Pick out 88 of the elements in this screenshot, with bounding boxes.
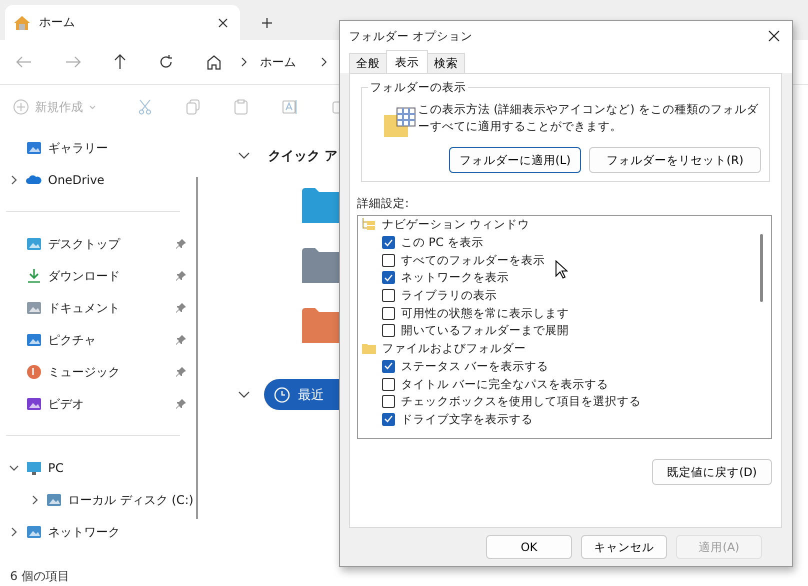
close-icon[interactable]: [218, 18, 228, 28]
clipboard-icon[interactable]: [234, 99, 248, 115]
chevron-right-icon: [321, 57, 327, 67]
option-checkbox[interactable]: 開いているフォルダーまで展開: [362, 322, 771, 340]
folder-icon[interactable]: [302, 307, 342, 343]
checkmark-icon: [384, 238, 393, 247]
refresh-icon[interactable]: [159, 55, 173, 69]
checkmark-icon: [384, 362, 393, 370]
scrollbar-thumb[interactable]: [760, 234, 763, 302]
home-tab[interactable]: ホーム: [5, 5, 240, 40]
folder-icon[interactable]: [302, 247, 342, 283]
checkbox[interactable]: [382, 289, 395, 302]
dialog-title: フォルダー オプション: [349, 28, 473, 44]
sidebar-item[interactable]: PC: [48, 461, 186, 475]
folder-grid-icon: [384, 107, 418, 137]
drive-icon: [46, 492, 62, 508]
caret-icon: [89, 104, 96, 110]
checkmark-icon: [384, 415, 393, 424]
sidebar-item[interactable]: ネットワーク: [48, 524, 186, 540]
option-checkbox[interactable]: ステータス バーを表示する: [362, 358, 771, 376]
tree-folder-icon: [362, 218, 376, 232]
chevron-down-icon[interactable]: [238, 390, 250, 398]
tab[interactable]: 全般: [349, 53, 387, 73]
folder-view-button[interactable]: フォルダーに適用(L): [449, 147, 581, 173]
sidebar-item[interactable]: ビデオ: [48, 396, 170, 412]
up-icon[interactable]: [114, 54, 126, 70]
chevron-right-icon[interactable]: [30, 495, 40, 505]
checkbox[interactable]: [382, 236, 395, 250]
plus-circle-icon: [13, 99, 29, 115]
new-tab-icon[interactable]: [262, 18, 272, 28]
category-label: ファイルおよびフォルダー: [382, 341, 526, 356]
folder-icon[interactable]: [302, 187, 342, 223]
breadcrumb-item[interactable]: ホーム: [260, 54, 296, 70]
chevron-right-icon[interactable]: [9, 175, 19, 185]
sidebar-item[interactable]: デスクトップ: [48, 236, 170, 252]
sidebar-item[interactable]: ローカル ディスク (C:): [68, 492, 194, 508]
pictures-icon: [26, 332, 42, 348]
sidebar-item[interactable]: OneDrive: [48, 173, 186, 187]
restore-defaults-button[interactable]: 既定値に戻す(D): [652, 459, 772, 485]
download-icon: [26, 268, 42, 284]
video-icon: [26, 396, 42, 412]
checkbox[interactable]: [382, 271, 395, 284]
checkbox[interactable]: [382, 412, 395, 426]
sidebar-item[interactable]: ピクチャ: [48, 332, 170, 348]
tab-title: ホーム: [39, 14, 76, 31]
group-title: フォルダーの表示: [369, 80, 467, 95]
checkbox[interactable]: [382, 395, 395, 408]
checkmark-icon: [384, 274, 393, 282]
option-checkbox[interactable]: ドライブ文字を表示する: [362, 410, 771, 428]
desktop-icon: [26, 236, 42, 252]
checkbox[interactable]: [382, 360, 395, 373]
tab[interactable]: 検索: [427, 53, 465, 73]
clock-icon: [274, 386, 290, 402]
checkbox[interactable]: [382, 306, 395, 320]
close-icon[interactable]: [768, 30, 780, 42]
folder-view-button[interactable]: フォルダーをリセット(R): [589, 147, 761, 173]
category-label: ナビゲーション ウィンドウ: [382, 217, 530, 232]
checkbox[interactable]: [382, 378, 395, 391]
option-checkbox[interactable]: すべてのフォルダーを表示: [362, 251, 771, 270]
chevron-right-icon[interactable]: [9, 527, 19, 537]
house-icon: [13, 14, 31, 30]
gallery-icon: [26, 140, 42, 156]
option-checkbox[interactable]: ネットワークを表示: [362, 269, 771, 287]
music-icon: [26, 364, 42, 380]
sidebar-item[interactable]: ドキュメント: [48, 300, 170, 316]
home-icon[interactable]: [206, 54, 222, 70]
dialog-button[interactable]: キャンセル: [581, 535, 667, 559]
sidebar-item[interactable]: ダウンロード: [48, 268, 170, 284]
chevron-right-icon: [241, 57, 247, 67]
network-icon: [26, 524, 42, 540]
chevron-down-icon[interactable]: [9, 463, 19, 473]
advanced-settings-label: 詳細設定:: [357, 196, 410, 211]
sidebar-item[interactable]: ギャラリー: [48, 140, 186, 156]
section-title: クイック ア: [268, 148, 338, 165]
document-icon: [26, 300, 42, 316]
option-checkbox[interactable]: 可用性の状態を常に表示します: [362, 304, 771, 322]
checkbox[interactable]: [382, 254, 395, 267]
chevron-down-icon[interactable]: [238, 152, 250, 160]
folder-icon: [362, 343, 376, 354]
pc-icon: [26, 460, 42, 476]
mouse-pointer-icon: [555, 260, 568, 279]
status-bar-text: 6 個の項目: [9, 568, 70, 585]
checkbox[interactable]: [382, 324, 395, 338]
option-checkbox[interactable]: この PC を表示: [362, 234, 771, 252]
option-checkbox[interactable]: ライブラリの表示: [362, 286, 771, 304]
dialog-button[interactable]: OK: [486, 535, 572, 559]
sidebar-item[interactable]: ミュージック: [48, 364, 170, 380]
description-text: この表示方法 (詳細表示やアイコンなど) をこの種類のフォルダーすべてに適用することができます。: [418, 101, 760, 135]
